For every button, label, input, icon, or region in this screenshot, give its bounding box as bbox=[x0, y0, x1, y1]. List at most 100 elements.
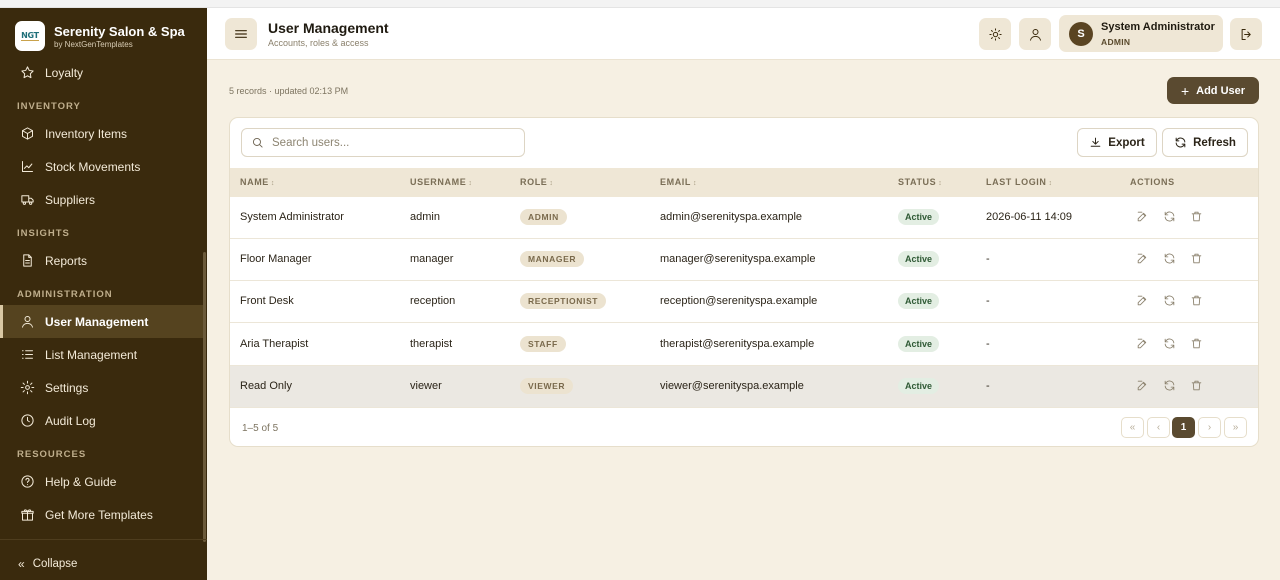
add-user-button[interactable]: + Add User bbox=[1167, 77, 1259, 104]
role-badge: RECEPTIONIST bbox=[520, 293, 607, 310]
collapse-button[interactable]: « Collapse bbox=[18, 557, 77, 571]
sun-icon bbox=[988, 27, 1002, 41]
trash-icon[interactable] bbox=[1190, 337, 1204, 351]
role-badge: MANAGER bbox=[520, 251, 585, 268]
user-icon bbox=[19, 314, 35, 330]
cell-username: manager bbox=[410, 253, 454, 266]
cell-last-login: 2026-06-11 14:09 bbox=[986, 211, 1073, 223]
table-row[interactable]: Front Desk reception RECEPTIONIST reception… bbox=[230, 281, 1258, 324]
table-row[interactable]: Floor Manager manager MANAGER manager@seren… bbox=[230, 239, 1258, 282]
sort-icon: ↕ bbox=[270, 180, 276, 187]
edit-icon[interactable] bbox=[1136, 252, 1150, 266]
brand-name: Serenity Salon & Spa bbox=[54, 24, 185, 39]
sidebar-item-label: List Management bbox=[45, 347, 138, 362]
browser-top-strip bbox=[0, 0, 1280, 8]
sidebar-item-loyalty[interactable]: Loyalty bbox=[0, 56, 203, 89]
cell-username: reception bbox=[410, 295, 456, 308]
plus-icon: + bbox=[1180, 82, 1190, 99]
sidebar-item-reports[interactable]: Reports bbox=[0, 244, 203, 277]
sidebar-item-settings[interactable]: Settings bbox=[0, 371, 203, 404]
status-badge: Active bbox=[898, 293, 940, 310]
edit-icon[interactable] bbox=[1136, 337, 1150, 351]
download-icon bbox=[1090, 137, 1101, 147]
top-header: User Management Accounts, roles & access… bbox=[207, 8, 1280, 60]
edit-icon[interactable] bbox=[1136, 294, 1150, 308]
table-row[interactable]: Aria Therapist therapist STAFF therapist@se… bbox=[230, 324, 1258, 366]
sidebar-item-inventory-items[interactable]: Inventory Items bbox=[0, 117, 203, 150]
sidebar-item-audit-log[interactable]: Audit Log bbox=[0, 404, 203, 437]
sort-icon: ↕ bbox=[549, 180, 554, 187]
status-badge: Active bbox=[898, 209, 940, 225]
page-prev-button[interactable]: ‹ bbox=[1147, 417, 1170, 438]
reset-password-icon[interactable] bbox=[1163, 337, 1177, 351]
sidebar-item-stock-movements[interactable]: Stock Movements bbox=[0, 150, 203, 183]
edit-icon[interactable] bbox=[1136, 379, 1150, 393]
column-header-email[interactable]: EMAIL ↕ bbox=[660, 177, 697, 187]
page-next-button[interactable]: › bbox=[1198, 417, 1221, 438]
role-badge: ADMIN bbox=[520, 209, 567, 225]
profile-button[interactable] bbox=[1019, 18, 1051, 50]
pagination-range: 1–5 of 5 bbox=[242, 423, 279, 434]
page-title: User Management bbox=[268, 20, 389, 36]
logout-button[interactable] bbox=[1230, 18, 1262, 50]
edit-icon[interactable] bbox=[1136, 210, 1150, 224]
trash-icon[interactable] bbox=[1190, 294, 1204, 308]
list-icon bbox=[19, 347, 35, 363]
clock-icon bbox=[19, 413, 35, 429]
page-first-button[interactable]: « bbox=[1121, 417, 1144, 438]
role-badge: STAFF bbox=[520, 335, 566, 352]
users-table-card: Export Refresh NAME↕ USERNAME↕ ROLE↕ EMA… bbox=[229, 117, 1259, 447]
trash-icon[interactable] bbox=[1190, 379, 1204, 393]
reset-password-icon[interactable] bbox=[1163, 252, 1177, 266]
sidebar: NGT Serenity Salon & Spa by NextGenTempl… bbox=[0, 8, 207, 580]
brand-subtitle: by NextGenTemplates bbox=[54, 40, 133, 49]
sidebar-item-list-management[interactable]: List Management bbox=[0, 338, 203, 371]
user-menu[interactable]: S System Administrator ADMIN bbox=[1059, 15, 1223, 52]
search-input[interactable] bbox=[272, 136, 512, 149]
column-header-username[interactable]: USERNAME ↕ bbox=[410, 177, 472, 187]
column-header-status[interactable]: STATUS ↕ bbox=[898, 177, 942, 187]
box-icon bbox=[19, 126, 35, 142]
sidebar-item-label: Settings bbox=[45, 380, 89, 395]
trash-icon[interactable] bbox=[1190, 252, 1204, 266]
refresh-button[interactable]: Refresh bbox=[1162, 128, 1248, 157]
sidebar-item-user-management[interactable]: User Management bbox=[0, 305, 203, 338]
sidebar-item-label: Help & Guide bbox=[45, 474, 117, 489]
sidebar-item-label: Stock Movements bbox=[45, 159, 141, 174]
cell-last-login: - bbox=[986, 379, 990, 392]
reset-password-icon[interactable] bbox=[1163, 210, 1177, 224]
sidebar-divider bbox=[0, 539, 207, 540]
user-name: System Administrator bbox=[1101, 21, 1215, 33]
reset-password-icon[interactable] bbox=[1163, 379, 1177, 393]
cell-name: Aria Therapist bbox=[240, 337, 309, 350]
sidebar-scrollbar[interactable] bbox=[203, 252, 206, 542]
gift-icon bbox=[19, 507, 35, 523]
logout-icon bbox=[1241, 28, 1251, 40]
export-button[interactable]: Export bbox=[1077, 128, 1157, 157]
cell-last-login: - bbox=[986, 337, 990, 350]
section-administration: ADMINISTRATION bbox=[17, 289, 113, 300]
sidebar-item-suppliers[interactable]: Suppliers bbox=[0, 183, 203, 216]
truck-icon bbox=[19, 192, 35, 208]
avatar: S bbox=[1069, 22, 1093, 46]
column-header-name[interactable]: NAME ↕ bbox=[240, 177, 275, 187]
sidebar-item-label: Suppliers bbox=[45, 192, 96, 207]
column-header-role[interactable]: ROLE ↕ bbox=[520, 177, 554, 187]
cell-name: Read Only bbox=[240, 379, 292, 392]
sidebar-item-label: Inventory Items bbox=[45, 126, 128, 141]
column-header-last-login[interactable]: LAST LOGIN ↕ bbox=[986, 177, 1053, 187]
file-icon bbox=[19, 253, 35, 269]
trash-icon[interactable] bbox=[1190, 210, 1204, 224]
table-row[interactable]: Read Only viewer VIEWER viewer@serenityspa.… bbox=[230, 365, 1258, 408]
search-box[interactable] bbox=[241, 128, 525, 157]
page-last-button[interactable]: » bbox=[1224, 417, 1247, 438]
table-row[interactable]: System Administrator admin ADMIN admin@sere… bbox=[230, 197, 1258, 239]
reset-password-icon[interactable] bbox=[1163, 294, 1177, 308]
theme-toggle-button[interactable] bbox=[979, 18, 1011, 50]
cell-email: viewer@serenityspa.example bbox=[660, 379, 804, 392]
sidebar-item-help-guide[interactable]: Help & Guide bbox=[0, 465, 203, 498]
page-number-button[interactable]: 1 bbox=[1172, 417, 1195, 438]
sidebar-item-get-more-templates[interactable]: Get More Templates bbox=[0, 498, 203, 531]
menu-toggle-button[interactable] bbox=[225, 18, 257, 50]
refresh-icon bbox=[1175, 137, 1186, 148]
